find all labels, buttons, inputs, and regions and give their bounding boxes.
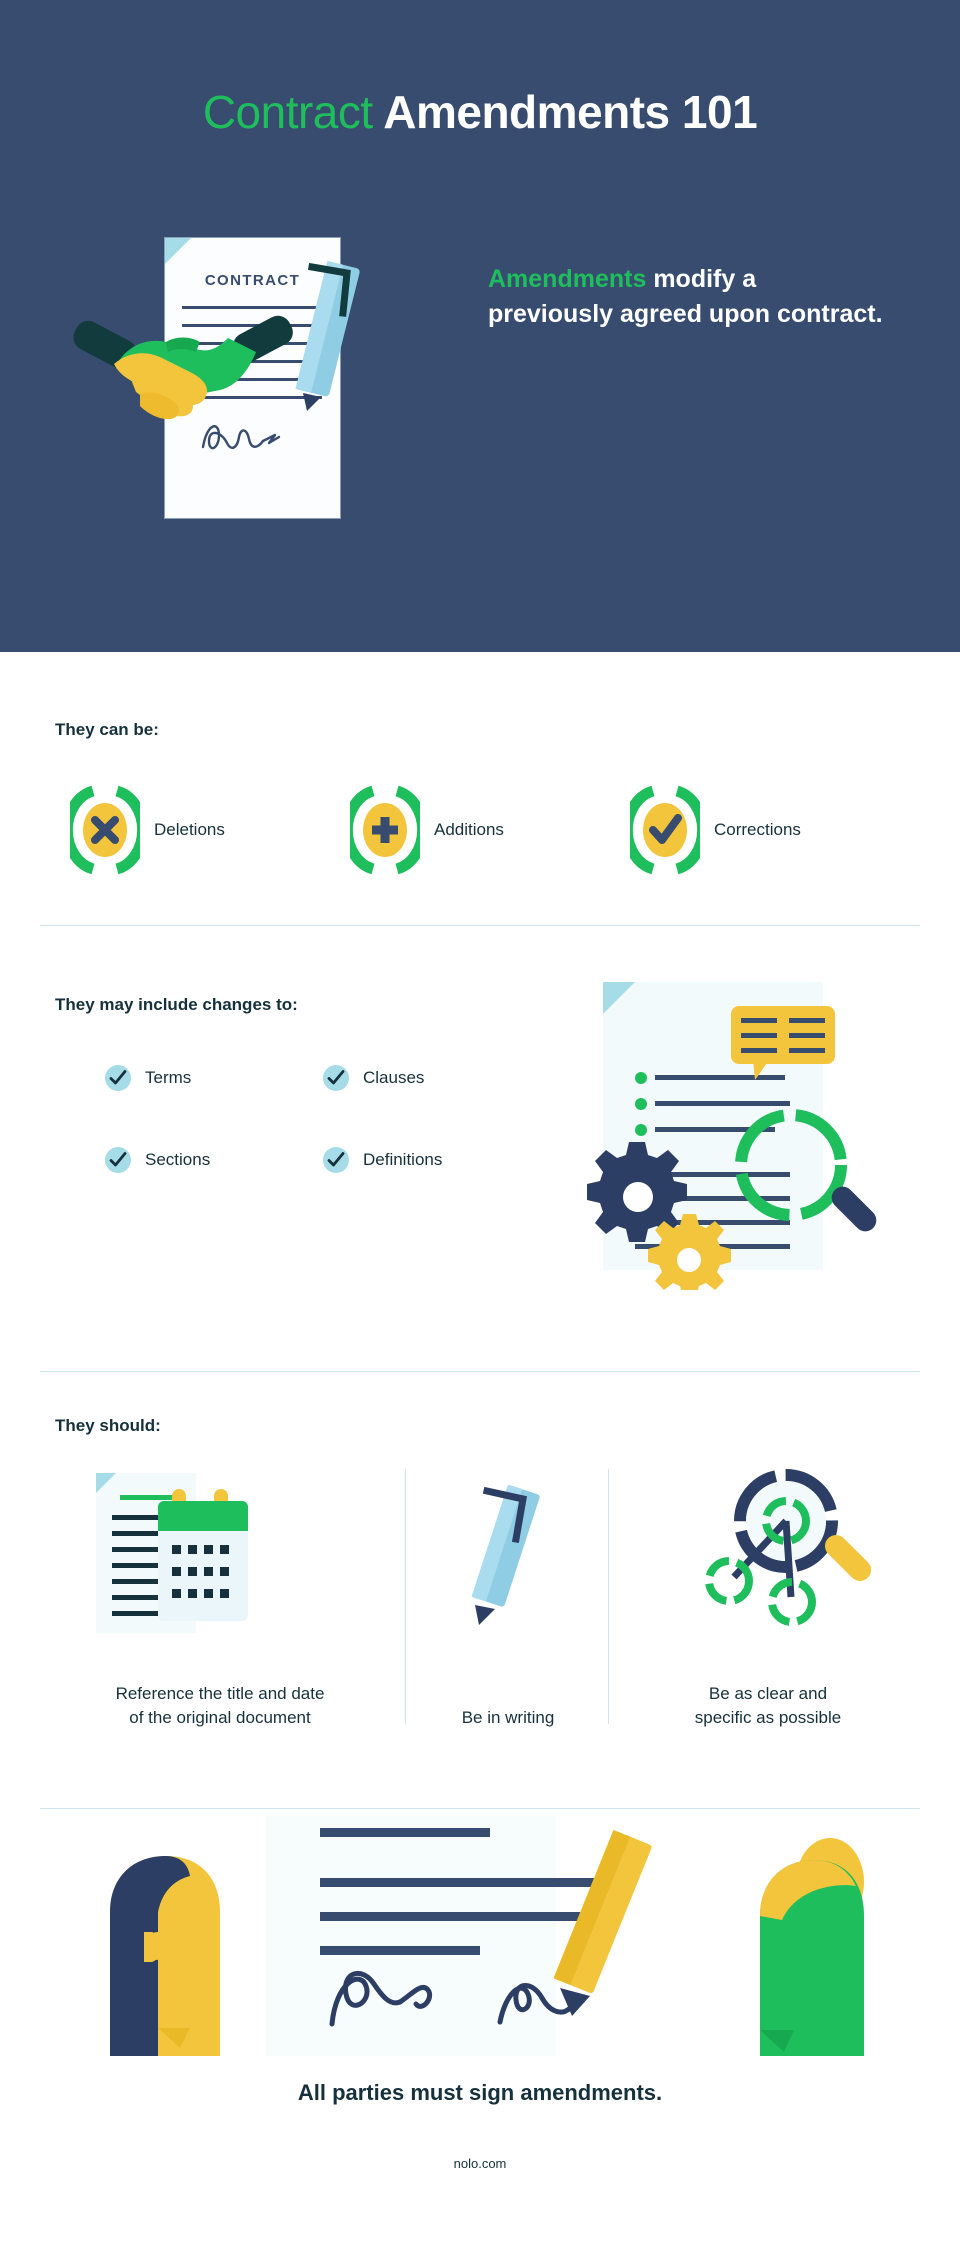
checklist-label: Definitions — [363, 1150, 443, 1169]
should-caption-line2: of the original document — [129, 1708, 311, 1728]
should-item-reference: Reference the title and date of the orig… — [40, 1459, 400, 1749]
checklist-item-sections: Sections — [105, 1147, 210, 1173]
page-title-accent: Contract — [202, 86, 373, 138]
paper-folded-corner-icon — [165, 238, 191, 264]
section-they-should: They should: Reference the title and dat… — [0, 1371, 960, 1808]
gear-icon — [587, 1142, 687, 1242]
can-be-item-additions: Additions — [350, 782, 630, 877]
yellow-pencil-icon — [553, 1829, 652, 2016]
should-caption-line1: Be as clear and — [708, 1683, 828, 1703]
should-caption-line1: Be in writing — [461, 1708, 555, 1728]
column-divider — [608, 1469, 609, 1724]
section-heading: They may include changes to: — [55, 995, 298, 1014]
section-heading: They can be: — [55, 720, 159, 739]
section-signing: All parties must sign amendments. nolo.c… — [0, 1808, 960, 2247]
section-changes-to: They may include changes to: Terms Claus… — [0, 925, 960, 1371]
should-caption-line2: specific as possible — [694, 1708, 842, 1728]
can-be-label: Deletions — [154, 819, 225, 839]
should-caption: Reference the title and date of the orig… — [40, 1682, 400, 1731]
document-calendar-icon — [96, 1473, 248, 1633]
check-circle-icon — [323, 1147, 349, 1173]
can-be-item-deletions: Deletions — [70, 782, 350, 877]
hero-tagline-accent: Amendments — [488, 265, 647, 293]
hero-body: CONTRACT Amendments modify a previously … — [0, 200, 960, 620]
should-caption: Be as clear and specific as possible — [616, 1682, 920, 1731]
column-divider — [405, 1469, 406, 1724]
can-be-item-corrections: Corrections — [630, 782, 910, 877]
should-item-clear: Be as clear and specific as possible — [616, 1459, 920, 1749]
section-heading: They should: — [55, 1416, 161, 1435]
checklist-label: Sections — [145, 1150, 211, 1169]
magnifier-network-icon — [705, 1469, 872, 1626]
gear-icon — [648, 1214, 731, 1290]
should-items: Reference the title and date of the orig… — [40, 1459, 920, 1749]
checklist-item-definitions: Definitions — [323, 1147, 442, 1173]
can-be-label: Corrections — [714, 819, 801, 839]
section-they-can-be: They can be: Deletions Additions Correct… — [0, 652, 960, 925]
handshake-icon — [73, 315, 293, 420]
hero-tagline: Amendments modify a previously agreed up… — [488, 262, 888, 331]
x-mark-icon — [70, 785, 140, 874]
check-mark-icon — [630, 785, 700, 874]
can-be-items: Deletions Additions Corrections — [40, 782, 920, 892]
hero-banner: Contract Amendments 101 CONTRACT Amendme… — [0, 0, 960, 652]
check-circle-icon — [105, 1065, 131, 1091]
should-caption: Be in writing — [413, 1706, 603, 1731]
page-title-rest: Amendments 101 — [372, 86, 758, 138]
should-caption-line1: Reference the title and date — [115, 1683, 325, 1703]
plus-icon — [350, 785, 420, 874]
should-item-writing: Be in writing — [413, 1459, 603, 1749]
document-review-illustration — [587, 982, 877, 1290]
page-title: Contract Amendments 101 — [0, 85, 960, 139]
person-left-avatar — [110, 1856, 220, 2056]
signing-statement: All parties must sign amendments. — [297, 2080, 663, 2105]
site-credit: nolo.com — [453, 2156, 507, 2171]
checklist-item-terms: Terms — [105, 1065, 191, 1091]
can-be-label: Additions — [434, 819, 504, 839]
checklist-item-clauses: Clauses — [323, 1065, 424, 1091]
contract-illustration: CONTRACT — [70, 220, 400, 580]
pencil-icon — [471, 1484, 540, 1625]
checklist-label: Clauses — [363, 1068, 425, 1087]
pen-icon — [295, 260, 360, 411]
signing-illustration — [110, 1816, 864, 2056]
checklist-label: Terms — [145, 1068, 192, 1087]
check-circle-icon — [105, 1147, 131, 1173]
check-circle-icon — [323, 1065, 349, 1091]
person-right-avatar — [760, 1838, 864, 2056]
